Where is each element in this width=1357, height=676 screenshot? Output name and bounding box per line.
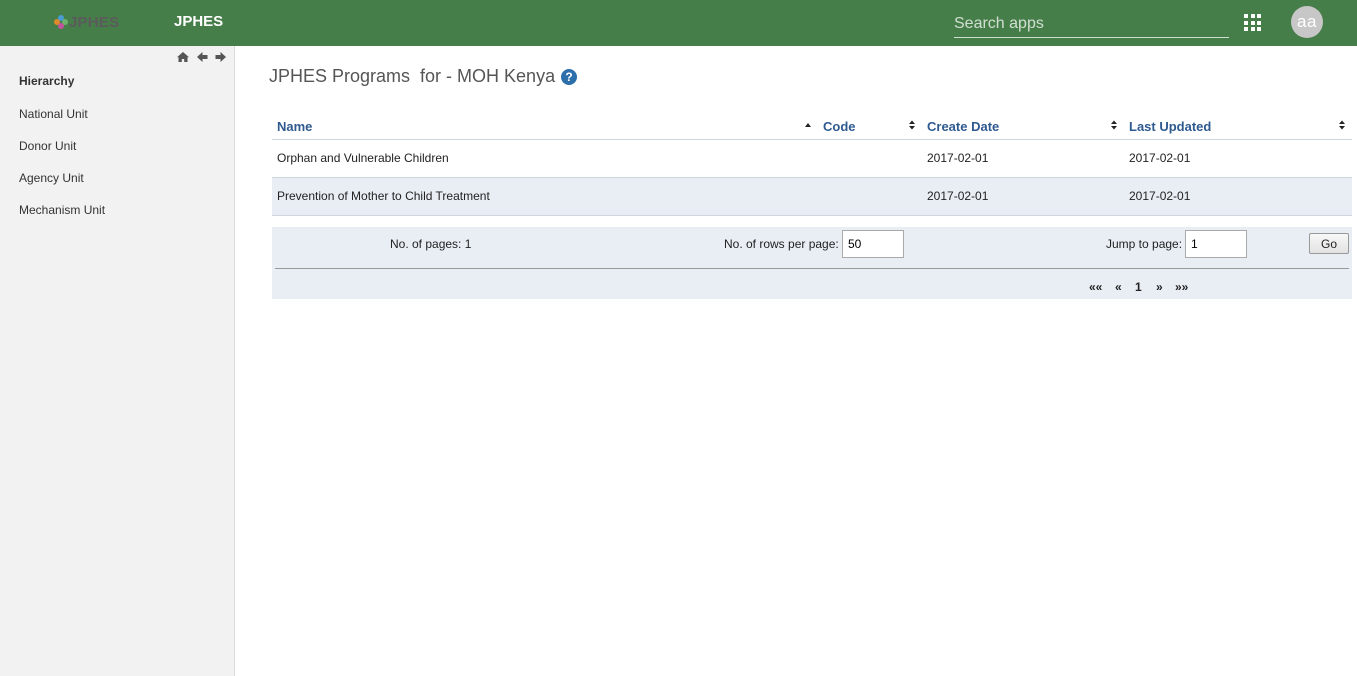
column-name-label: Name [277, 118, 313, 134]
sort-icon [1111, 120, 1117, 130]
column-header-last-updated[interactable]: Last Updated [1124, 114, 1352, 140]
logo-mark-icon [54, 15, 68, 29]
sort-icon [909, 120, 915, 130]
home-icon[interactable] [176, 50, 190, 64]
column-last-updated-label: Last Updated [1129, 118, 1212, 134]
rows-per-page-label: No. of rows per page: [724, 237, 839, 251]
cell-name: Prevention of Mother to Child Treatment [272, 177, 818, 216]
column-code-label: Code [823, 118, 856, 134]
last-page-link[interactable]: »» [1175, 280, 1188, 294]
pager-divider [275, 268, 1349, 269]
page-title-text: JPHES Programs for - MOH Kenya [269, 66, 556, 86]
prev-page-link[interactable]: « [1115, 280, 1122, 294]
sidebar-item-mechanism-unit[interactable]: Mechanism Unit [19, 203, 105, 217]
app-title[interactable]: JPHES [174, 13, 223, 30]
jump-to-page-label: Jump to page: [1106, 237, 1183, 251]
column-create-date-label: Create Date [927, 118, 1000, 134]
sidebar-item-agency-unit[interactable]: Agency Unit [19, 171, 84, 185]
rows-per-page-input[interactable] [842, 230, 904, 258]
first-page-link[interactable]: «« [1089, 280, 1102, 294]
cell-create-date: 2017-02-01 [922, 177, 1124, 216]
page-title: JPHES Programs for - MOH Kenya ? [269, 66, 578, 87]
column-header-name[interactable]: Name [272, 114, 818, 140]
programs-table: Name Code Create Date Last Updated Orpha… [272, 114, 1352, 216]
apps-grid-icon[interactable] [1244, 14, 1261, 31]
next-page-link[interactable]: » [1156, 280, 1163, 294]
page-count: No. of pages: 1 [390, 237, 472, 251]
profile-avatar[interactable]: aa [1291, 6, 1323, 38]
arrow-left-icon[interactable] [195, 50, 209, 64]
column-header-code[interactable]: Code [818, 114, 922, 140]
jump-to-page-input[interactable] [1185, 230, 1247, 258]
cell-code [818, 177, 922, 216]
table-row[interactable]: Orphan and Vulnerable Children 2017-02-0… [272, 139, 1352, 178]
arrow-right-icon[interactable] [214, 50, 228, 64]
logo-text: JPHES [69, 13, 120, 31]
search-apps-input[interactable] [954, 10, 1229, 38]
pagination-bar: No. of pages: 1 No. of rows per page: Ju… [272, 227, 1352, 299]
table-row[interactable]: Prevention of Mother to Child Treatment … [272, 177, 1352, 216]
top-header: JPHES JPHES aa [0, 0, 1357, 46]
sidebar-item-donor-unit[interactable]: Donor Unit [19, 139, 76, 153]
sidebar-tools [176, 50, 228, 64]
help-icon[interactable]: ? [561, 68, 578, 85]
cell-code [818, 139, 922, 178]
logo[interactable]: JPHES [54, 12, 119, 32]
sort-icon [1339, 120, 1345, 130]
sidebar-heading: Hierarchy [19, 74, 75, 88]
cell-last-updated: 2017-02-01 [1124, 139, 1352, 178]
go-button[interactable]: Go [1309, 233, 1349, 254]
cell-name: Orphan and Vulnerable Children [272, 139, 818, 178]
current-page-link[interactable]: 1 [1135, 280, 1142, 294]
column-header-create-date[interactable]: Create Date [922, 114, 1124, 140]
sidebar: Hierarchy National Unit Donor Unit Agenc… [0, 46, 235, 676]
cell-last-updated: 2017-02-01 [1124, 177, 1352, 216]
sort-ascending-icon [805, 123, 811, 127]
cell-create-date: 2017-02-01 [922, 139, 1124, 178]
sidebar-item-national-unit[interactable]: National Unit [19, 107, 88, 121]
